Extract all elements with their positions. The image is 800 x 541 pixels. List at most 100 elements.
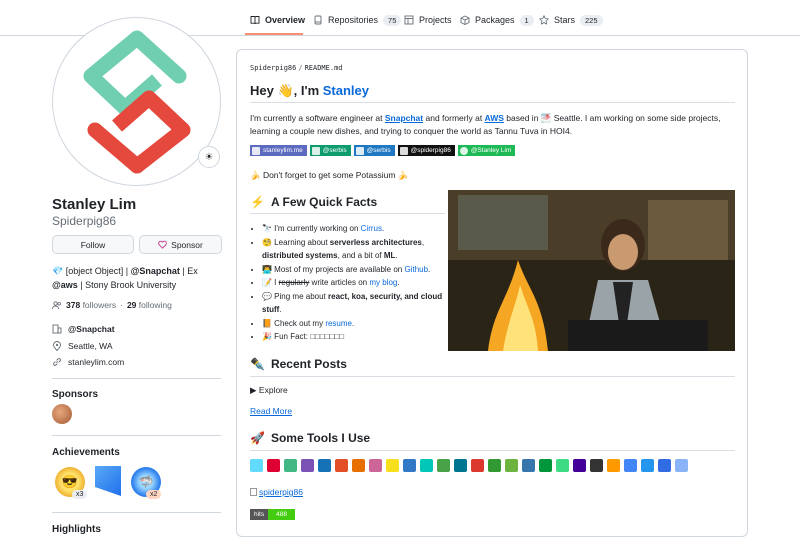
devto-badge[interactable]: @spiderpig86 bbox=[397, 145, 455, 156]
tools-heading-text: Some Tools I Use bbox=[270, 431, 371, 445]
bootstrap-icon[interactable] bbox=[301, 459, 314, 472]
readme-heading: Hey 👋, I'm Stanley bbox=[250, 83, 369, 99]
achievement-badge[interactable] bbox=[95, 466, 121, 496]
nginx-icon[interactable] bbox=[539, 459, 552, 472]
path-separator: / bbox=[298, 64, 303, 72]
stars-count: 225 bbox=[580, 14, 603, 26]
achievement-count: x3 bbox=[72, 490, 88, 499]
organization-icon bbox=[52, 324, 62, 334]
badge-label: @serbis bbox=[366, 147, 391, 154]
readme-path-file: README.md bbox=[304, 64, 343, 72]
blog-link[interactable]: my blog bbox=[369, 278, 397, 287]
vcard-company: @Snapchat bbox=[52, 324, 115, 334]
tab-projects-label: Projects bbox=[419, 15, 452, 25]
angular-icon[interactable] bbox=[267, 459, 280, 472]
sponsor-avatar[interactable] bbox=[52, 404, 72, 424]
react-icon[interactable] bbox=[250, 459, 263, 472]
achievement-count: x2 bbox=[146, 490, 162, 499]
aws-icon[interactable] bbox=[607, 459, 620, 472]
explore-toggle[interactable]: ▶ Explore bbox=[250, 385, 288, 396]
followers-count: 378 bbox=[66, 300, 81, 310]
spring-icon[interactable] bbox=[505, 459, 518, 472]
company-name[interactable]: @Snapchat bbox=[68, 324, 115, 334]
posts-heading: ✒️ Recent Posts bbox=[250, 357, 347, 371]
active-tab-indicator bbox=[245, 33, 303, 35]
docker-icon[interactable] bbox=[641, 459, 654, 472]
netlify-icon[interactable] bbox=[420, 459, 433, 472]
aws-link[interactable]: AWS bbox=[485, 113, 504, 123]
css3-icon[interactable] bbox=[318, 459, 331, 472]
link-icon bbox=[53, 358, 61, 366]
website-link[interactable]: stanleylim.com bbox=[68, 357, 124, 367]
cirrus-link[interactable]: Cirrus bbox=[361, 224, 382, 233]
upwork-badge[interactable]: @serbis bbox=[309, 145, 351, 156]
sponsor-button[interactable]: Sponsor bbox=[139, 235, 222, 254]
kubernetes-icon[interactable] bbox=[658, 459, 671, 472]
github-link[interactable]: Github bbox=[404, 265, 428, 274]
badge-label: @Stanley Lim bbox=[470, 147, 512, 154]
readme-path-user[interactable]: Spiderpig86 bbox=[250, 64, 296, 72]
nodejs-icon[interactable] bbox=[488, 459, 501, 472]
tab-projects[interactable]: Projects bbox=[404, 10, 452, 30]
vcard-location: Seattle, WA bbox=[52, 341, 113, 351]
tab-overview[interactable]: Overview bbox=[250, 10, 305, 30]
tab-repositories[interactable]: Repositories 75 bbox=[313, 10, 402, 30]
list-item: 🧐 Learning about serverless architecture… bbox=[262, 236, 450, 263]
followers-link[interactable]: 378 followers bbox=[66, 300, 116, 310]
tab-overview-label: Overview bbox=[265, 15, 306, 25]
heading-rule bbox=[250, 376, 735, 377]
heading-rule bbox=[250, 450, 735, 451]
gcp-icon[interactable] bbox=[624, 459, 637, 472]
people-icon bbox=[52, 300, 61, 309]
list-item: 📙 Check out my resume. bbox=[262, 317, 450, 331]
vue-icon[interactable] bbox=[284, 459, 297, 472]
packages-count: 1 bbox=[519, 14, 534, 26]
mongodb-icon[interactable] bbox=[437, 459, 450, 472]
heroku-icon[interactable] bbox=[573, 459, 586, 472]
bio-aws-mention[interactable]: @aws bbox=[52, 280, 78, 290]
bio-snapchat-mention[interactable]: @Snapchat bbox=[131, 266, 180, 276]
tab-packages-label: Packages bbox=[475, 15, 515, 25]
python-icon[interactable] bbox=[522, 459, 535, 472]
table-icon bbox=[404, 15, 414, 25]
heading-name-link[interactable]: Stanley bbox=[323, 83, 369, 98]
sponsor-label: Sponsor bbox=[171, 239, 203, 250]
bottle-icon[interactable] bbox=[675, 459, 688, 472]
tab-stars[interactable]: Stars 225 bbox=[539, 10, 603, 30]
javascript-icon[interactable] bbox=[386, 459, 399, 472]
facts-heading-text: A Few Quick Facts bbox=[270, 195, 378, 209]
status-emoji[interactable]: ☀ bbox=[198, 146, 220, 168]
android-icon[interactable] bbox=[556, 459, 569, 472]
spotify-badge[interactable]: @Stanley Lim bbox=[457, 145, 516, 156]
avatar[interactable] bbox=[52, 17, 221, 186]
facts-list: 🔭 I'm currently working on Cirrus. 🧐 Lea… bbox=[250, 222, 450, 344]
follow-button[interactable]: Follow bbox=[52, 235, 134, 254]
redis-icon[interactable] bbox=[471, 459, 484, 472]
readme-intro: I'm currently a software engineer at Sna… bbox=[250, 112, 736, 138]
lightning-icon: ⚡ bbox=[250, 195, 265, 209]
java-icon[interactable] bbox=[352, 459, 365, 472]
heading-rule bbox=[250, 102, 735, 103]
posts-heading-text: Recent Posts bbox=[270, 357, 347, 371]
html5-icon[interactable] bbox=[335, 459, 348, 472]
following-link[interactable]: 29 following bbox=[127, 300, 172, 310]
snapchat-link[interactable]: Snapchat bbox=[385, 113, 423, 123]
profile-username: Spiderpig86 bbox=[52, 214, 117, 228]
bio-text: 💎 [object Object] | bbox=[52, 266, 131, 276]
read-more-link[interactable]: Read More bbox=[250, 406, 292, 416]
linux-icon[interactable] bbox=[590, 459, 603, 472]
github-stats-image-link[interactable]: spiderpig86 bbox=[250, 487, 303, 497]
rocket-icon: 🚀 bbox=[250, 431, 265, 445]
mysql-icon[interactable] bbox=[454, 459, 467, 472]
star-icon bbox=[539, 15, 549, 25]
readme-path: Spiderpig86/README.md bbox=[250, 64, 343, 72]
linkedin-icon bbox=[355, 146, 364, 155]
globe-icon bbox=[252, 146, 260, 155]
followers-label: followers bbox=[82, 300, 117, 310]
typescript-icon[interactable] bbox=[403, 459, 416, 472]
linkedin-badge[interactable]: @serbis bbox=[353, 145, 395, 156]
website-badge[interactable]: stanleylim.me bbox=[250, 145, 307, 156]
sass-icon[interactable] bbox=[369, 459, 382, 472]
resume-link[interactable]: resume bbox=[325, 319, 352, 328]
tab-packages[interactable]: Packages 1 bbox=[460, 10, 534, 30]
